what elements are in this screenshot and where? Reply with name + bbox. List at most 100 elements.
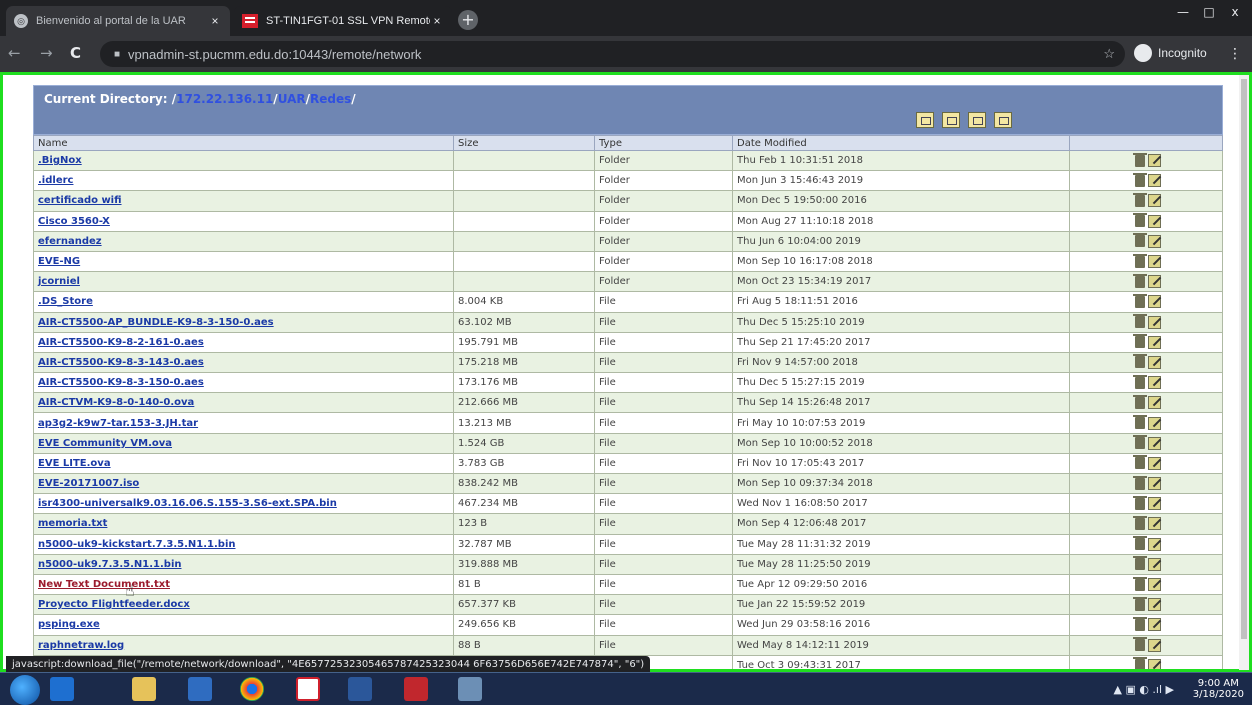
rename-edit-icon[interactable] [1148, 275, 1161, 289]
rename-edit-icon[interactable] [1148, 537, 1161, 551]
new-tab-button[interactable]: + [458, 10, 478, 30]
file-link[interactable]: memoria.txt [38, 518, 107, 529]
file-link[interactable]: EVE Community VM.ova [38, 438, 172, 449]
rename-edit-icon[interactable] [1148, 578, 1161, 592]
internet-explorer-icon[interactable] [50, 677, 74, 701]
rename-edit-icon[interactable] [1148, 618, 1161, 632]
rename-edit-icon[interactable] [1148, 416, 1161, 430]
delete-trash-icon[interactable] [1133, 435, 1147, 450]
file-link[interactable]: .DS_Store [38, 296, 93, 307]
path-segment-ip[interactable]: 172.22.136.11 [176, 92, 273, 106]
close-window-button[interactable]: x [1222, 2, 1248, 22]
file-link[interactable]: AIR-CT5500-K9-8-3-150-0.aes [38, 377, 204, 388]
delete-trash-icon[interactable] [1133, 455, 1147, 470]
tab-close-icon[interactable]: × [430, 14, 444, 28]
delete-trash-icon[interactable] [1133, 293, 1147, 308]
delete-trash-icon[interactable] [1133, 596, 1147, 611]
file-explorer-icon[interactable] [132, 677, 156, 701]
delete-trash-icon[interactable] [1133, 657, 1147, 669]
address-bar[interactable]: ■ vpnadmin-st.pucmm.edu.do:10443/remote/… [100, 41, 1125, 67]
file-link[interactable]: EVE-NG [38, 256, 80, 267]
delete-trash-icon[interactable] [1133, 576, 1147, 591]
file-link[interactable]: jcorniel [38, 276, 80, 287]
file-link[interactable]: AIR-CT5500-AP_BUNDLE-K9-8-3-150-0.aes [38, 317, 274, 328]
delete-trash-icon[interactable] [1133, 314, 1147, 329]
rename-edit-icon[interactable] [1148, 174, 1161, 188]
file-link[interactable]: AIR-CT5500-K9-8-3-143-0.aes [38, 357, 204, 368]
tab-vpn[interactable]: ST-TIN1FGT-01 SSL VPN Remote × [234, 6, 452, 36]
delete-trash-icon[interactable] [1133, 192, 1147, 207]
file-link[interactable]: efernandez [38, 236, 102, 247]
rename-edit-icon[interactable] [1148, 315, 1161, 329]
rename-edit-icon[interactable] [1148, 658, 1161, 669]
path-segment-uar[interactable]: UAR [278, 92, 306, 106]
delete-trash-icon[interactable] [1133, 374, 1147, 389]
rename-edit-icon[interactable] [1148, 234, 1161, 248]
word-icon[interactable] [348, 677, 372, 701]
rename-edit-icon[interactable] [1148, 154, 1161, 168]
bookmark-star-icon[interactable]: ☆ [1103, 46, 1115, 62]
page-scrollbar[interactable] [1239, 75, 1249, 670]
delete-trash-icon[interactable] [1133, 495, 1147, 510]
file-link[interactable]: certificado wifi [38, 195, 122, 206]
logout-icon[interactable] [994, 112, 1012, 128]
path-segment-redes[interactable]: Redes [310, 92, 351, 106]
rename-edit-icon[interactable] [1148, 497, 1161, 511]
delete-trash-icon[interactable] [1133, 415, 1147, 430]
rename-edit-icon[interactable] [1148, 557, 1161, 571]
minimize-button[interactable]: — [1170, 2, 1196, 22]
upload-icon[interactable] [968, 112, 986, 128]
delete-trash-icon[interactable] [1133, 152, 1147, 167]
delete-trash-icon[interactable] [1133, 475, 1147, 490]
delete-trash-icon[interactable] [1133, 253, 1147, 268]
col-name[interactable]: Name [33, 135, 454, 151]
reload-icon[interactable]: C [70, 44, 81, 62]
file-link[interactable]: EVE LITE.ova [38, 458, 111, 469]
file-link[interactable]: psping.exe [38, 619, 100, 630]
rename-edit-icon[interactable] [1148, 335, 1161, 349]
file-link[interactable]: .BigNox [38, 155, 82, 166]
delete-trash-icon[interactable] [1133, 172, 1147, 187]
rename-edit-icon[interactable] [1148, 638, 1161, 652]
new-folder-icon[interactable] [942, 112, 960, 128]
delete-trash-icon[interactable] [1133, 354, 1147, 369]
rename-edit-icon[interactable] [1148, 295, 1161, 309]
rename-edit-icon[interactable] [1148, 477, 1161, 491]
media-player-icon[interactable] [188, 677, 212, 701]
back-icon[interactable]: ← [8, 44, 21, 62]
rename-edit-icon[interactable] [1148, 396, 1161, 410]
delete-trash-icon[interactable] [1133, 233, 1147, 248]
fortinet-taskbar-icon[interactable] [404, 677, 428, 701]
delete-trash-icon[interactable] [1133, 334, 1147, 349]
rename-edit-icon[interactable] [1148, 436, 1161, 450]
delete-trash-icon[interactable] [1133, 616, 1147, 631]
clock-time[interactable]: 9:00 AM [1193, 678, 1244, 689]
remote-desktop-icon[interactable] [458, 677, 482, 701]
col-type[interactable]: Type [594, 135, 733, 151]
file-link[interactable]: ap3g2-k9w7-tar.153-3.JH.tar [38, 418, 198, 429]
delete-trash-icon[interactable] [1133, 536, 1147, 551]
delete-trash-icon[interactable] [1133, 273, 1147, 288]
rename-edit-icon[interactable] [1148, 255, 1161, 269]
file-link[interactable]: n5000-uk9.7.3.5.N1.1.bin [38, 559, 182, 570]
tab-close-icon[interactable]: × [208, 14, 222, 28]
rename-edit-icon[interactable] [1148, 456, 1161, 470]
file-link[interactable]: New Text Document.txt [38, 579, 170, 590]
chrome-icon[interactable] [240, 677, 264, 701]
rename-edit-icon[interactable] [1148, 214, 1161, 228]
tray-icons[interactable]: ▲ ▣ ◐ .ıl ▶ [1084, 683, 1174, 696]
parent-folder-icon[interactable] [916, 112, 934, 128]
file-link[interactable]: raphnetraw.log [38, 640, 124, 651]
file-link[interactable]: EVE-20171007.iso [38, 478, 139, 489]
file-link[interactable]: Cisco 3560-X [38, 216, 110, 227]
clock-date[interactable]: 3/18/2020 [1193, 689, 1244, 700]
rename-edit-icon[interactable] [1148, 598, 1161, 612]
scrollbar-thumb[interactable] [1241, 79, 1247, 639]
forward-icon[interactable]: → [40, 44, 53, 62]
rename-edit-icon[interactable] [1148, 376, 1161, 390]
delete-trash-icon[interactable] [1133, 556, 1147, 571]
delete-trash-icon[interactable] [1133, 515, 1147, 530]
file-link[interactable]: isr4300-universalk9.03.16.06.S.155-3.S6-… [38, 498, 337, 509]
acrobat-icon[interactable] [296, 677, 320, 701]
col-date[interactable]: Date Modified [732, 135, 1070, 151]
